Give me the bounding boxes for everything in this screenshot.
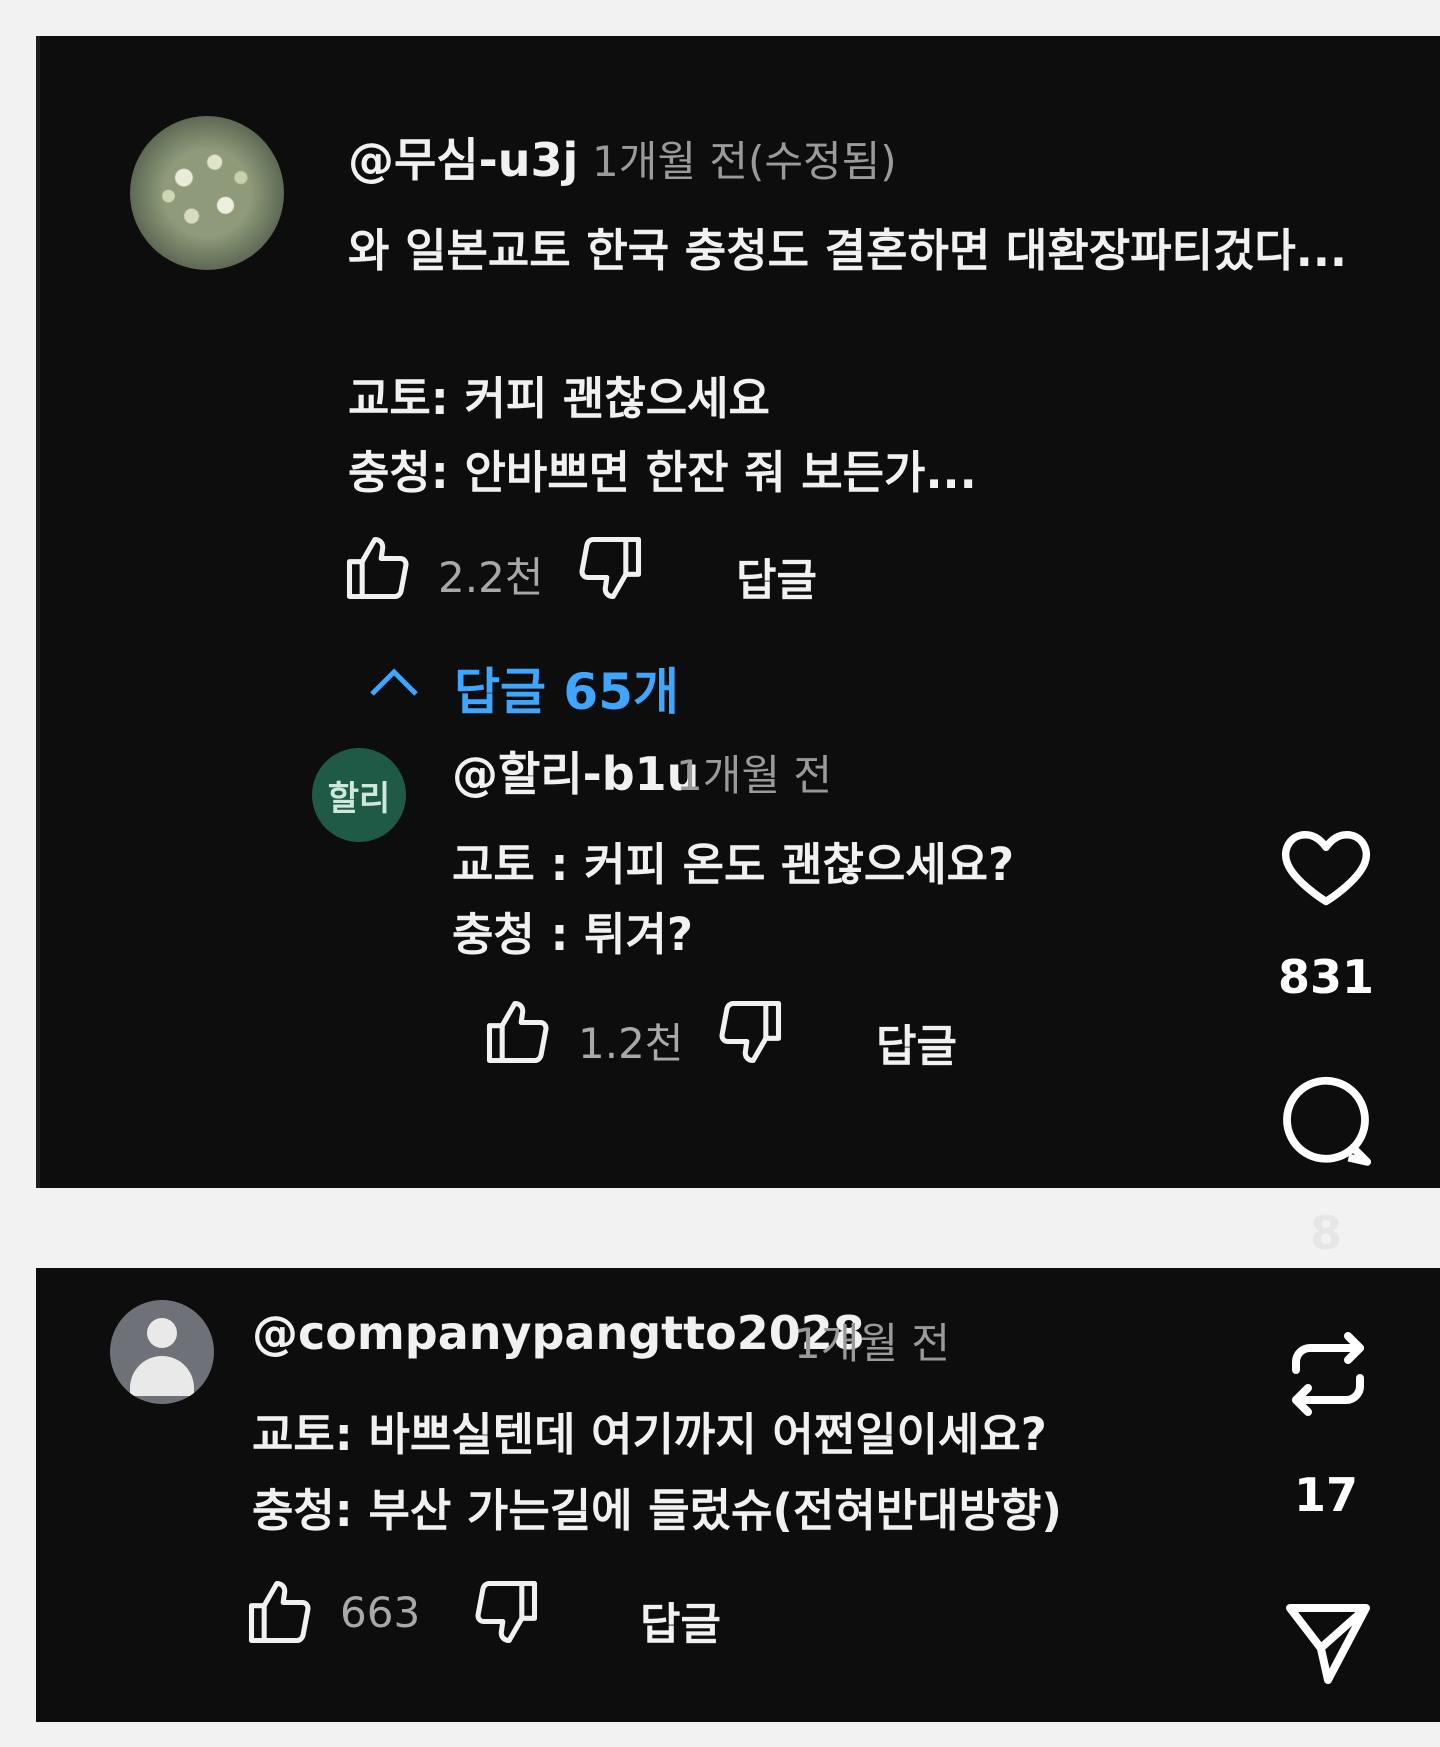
reply-button[interactable]: 답글 (640, 1588, 721, 1652)
repost-count: 17 (1293, 1468, 1358, 1522)
comment-count: 8 (1309, 1206, 1342, 1260)
comment-icon[interactable] (1274, 1070, 1378, 1174)
reply-author[interactable]: @할리-b1u (452, 738, 699, 804)
comment-text-line: 충청: 부산 가는길에 들렀슈(전혀반대방향) (252, 1484, 1062, 1537)
comment-time[interactable]: 1개월 전 (794, 1310, 950, 1371)
comment-author[interactable]: @무심-u3j (348, 124, 578, 190)
reply-button[interactable]: 답글 (736, 544, 817, 608)
thumbs-down-icon[interactable] (572, 530, 648, 606)
comment-time[interactable]: 1개월 전(수정됨) (592, 128, 897, 189)
heart-icon[interactable] (1276, 816, 1376, 916)
send-icon[interactable] (1280, 1594, 1376, 1690)
like-count: 2.2천 (438, 553, 544, 602)
like-count: 1.2천 (578, 1019, 684, 1068)
thumbs-up-icon[interactable] (242, 1574, 318, 1650)
reply-time[interactable]: 1개월 전 (676, 742, 832, 803)
avatar[interactable] (110, 1300, 214, 1404)
reply-text-line: 교토 : 커피 온도 괜찮으세요? (452, 838, 1015, 891)
chevron-up-icon[interactable] (364, 656, 424, 706)
comment-text-line: 교토: 바쁘실텐데 여기까지 어쩐일이세요? (252, 1408, 1047, 1461)
avatar[interactable]: 할리 (312, 748, 406, 842)
comment-text-line: 충청: 안바쁘면 한잔 줘 보든가... (348, 446, 977, 499)
replies-toggle[interactable]: 답글 65개 (454, 652, 679, 724)
like-count: 663 (340, 1588, 421, 1637)
comment-panel-1: @무심-u3j 1개월 전(수정됨) 와 일본교토 한국 충청도 결혼하면 대환… (36, 36, 1440, 1188)
thumbs-up-icon[interactable] (340, 530, 416, 606)
thumbs-down-icon[interactable] (712, 994, 788, 1070)
reply-button[interactable]: 답글 (876, 1010, 957, 1074)
comment-panel-2: @companypangtto2028 1개월 전 교토: 바쁘실텐데 여기까지… (36, 1268, 1440, 1722)
like-count: 831 (1277, 950, 1375, 1004)
user-icon (147, 1318, 177, 1348)
avatar[interactable] (130, 116, 284, 270)
repost-icon[interactable] (1280, 1326, 1376, 1422)
comment-author[interactable]: @companypangtto2028 (252, 1306, 865, 1360)
reply-text-line: 충청 : 튀겨? (452, 908, 694, 961)
comment-text-line: 교토: 커피 괜찮으세요 (348, 372, 770, 425)
thumbs-down-icon[interactable] (468, 1574, 544, 1650)
thumbs-up-icon[interactable] (480, 994, 556, 1070)
comment-text-line: 와 일본교토 한국 충청도 결혼하면 대환장파티겄다... (348, 224, 1348, 277)
